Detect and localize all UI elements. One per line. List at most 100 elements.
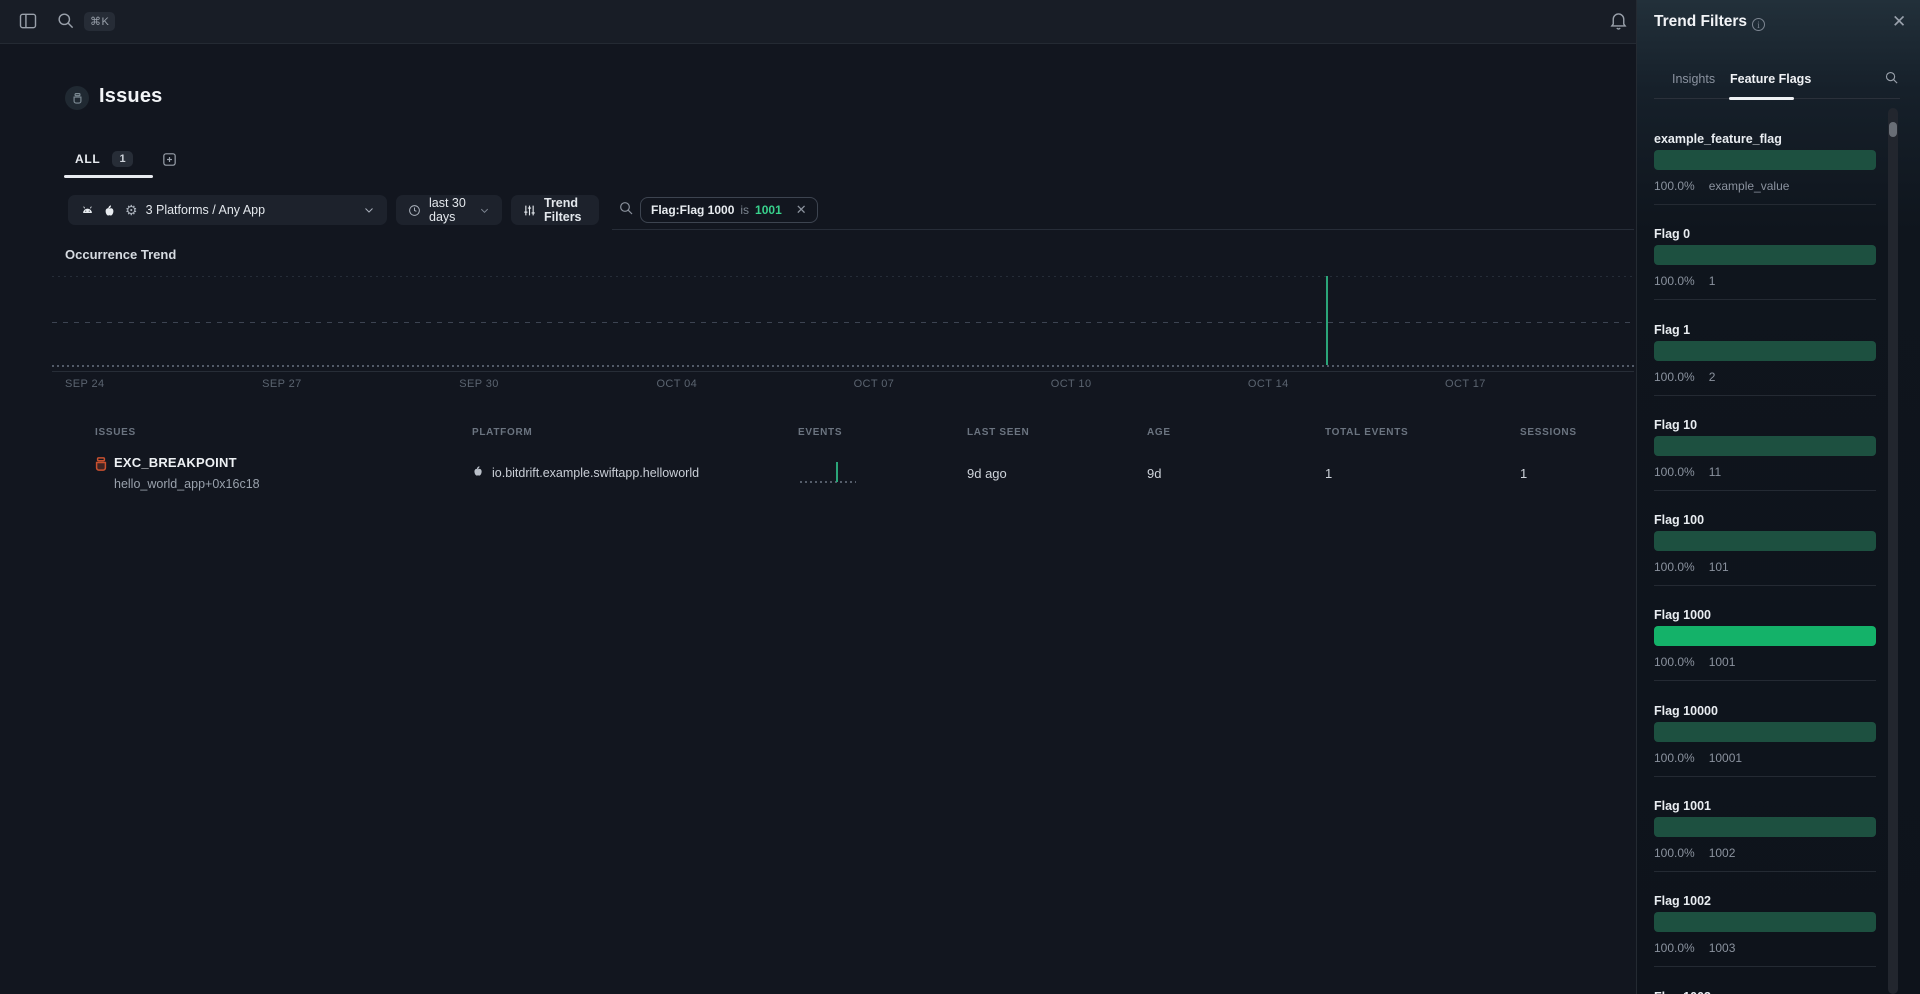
- chart-x-tick: SEP 24: [65, 378, 105, 390]
- panel-scrollbar-thumb[interactable]: [1889, 122, 1897, 137]
- events-sparkline-spike: [836, 462, 838, 482]
- chart-x-tick: OCT 10: [1051, 378, 1092, 390]
- tab-all[interactable]: ALL 1: [75, 151, 133, 167]
- table-column-header[interactable]: LAST SEEN: [967, 427, 1029, 438]
- page-title: Issues: [99, 85, 162, 108]
- search-filter-chip[interactable]: Flag:Flag 1000 is 1001 ✕: [640, 197, 818, 223]
- feature-flag-value: 1001: [1709, 655, 1736, 669]
- feature-flag-percent: 100.0%: [1654, 179, 1695, 193]
- issue-last-seen: 9d ago: [967, 466, 1007, 481]
- search-shortcut-badge: ⌘K: [84, 12, 115, 31]
- issue-platform-bundle: io.bitdrift.example.swiftapp.helloworld: [492, 466, 699, 480]
- clock-icon: [408, 204, 421, 217]
- feature-flag-value: 2: [1709, 370, 1716, 384]
- feature-flag-item[interactable]: Flag 1003: [1654, 990, 1876, 994]
- feature-flag-item[interactable]: Flag 10000 100.0%10001: [1654, 704, 1876, 799]
- feature-flag-distribution-bar[interactable]: [1654, 817, 1876, 837]
- active-tab-underline: [64, 175, 153, 178]
- chart-gridline-top: [52, 276, 1634, 277]
- flag-item-divider: [1654, 871, 1876, 872]
- feature-flag-name: Flag 1: [1654, 323, 1690, 337]
- panel-title: Trend Filters: [1654, 13, 1747, 31]
- feature-flag-stats: 100.0%2: [1654, 370, 1715, 384]
- table-column-header[interactable]: ISSUES: [95, 427, 136, 438]
- issue-jar-icon: [93, 456, 109, 473]
- feature-flag-item[interactable]: Flag 10 100.0%11: [1654, 418, 1876, 513]
- feature-flag-stats: 100.0%11: [1654, 465, 1721, 479]
- chart-x-tick: OCT 04: [656, 378, 697, 390]
- chart-x-tick: OCT 14: [1248, 378, 1289, 390]
- feature-flag-distribution-bar[interactable]: [1654, 912, 1876, 932]
- feature-flag-distribution-bar[interactable]: [1654, 150, 1876, 170]
- panel-tab-feature-flags[interactable]: Feature Flags: [1730, 72, 1811, 86]
- feature-flag-distribution-bar[interactable]: [1654, 245, 1876, 265]
- chart-x-tick: OCT 17: [1445, 378, 1486, 390]
- feature-flag-percent: 100.0%: [1654, 655, 1695, 669]
- panel-close-icon[interactable]: ✕: [1892, 12, 1906, 32]
- feature-flag-distribution-bar[interactable]: [1654, 531, 1876, 551]
- flag-item-divider: [1654, 966, 1876, 967]
- table-column-header[interactable]: SESSIONS: [1520, 427, 1577, 438]
- info-icon[interactable]: i: [1752, 18, 1765, 31]
- panel-tab-insights[interactable]: Insights: [1672, 72, 1715, 86]
- feature-flag-value: 1002: [1709, 846, 1736, 860]
- tab-all-count-badge: 1: [112, 151, 132, 167]
- app-root: ⌘K Issues ALL 1 ⚙ 3 Platforms / Any App …: [0, 0, 1920, 994]
- feature-flag-name: Flag 10000: [1654, 704, 1718, 718]
- sidebar-toggle-icon[interactable]: [18, 11, 38, 31]
- feature-flag-item[interactable]: Flag 0100.0%1: [1654, 227, 1876, 322]
- feature-flag-distribution-bar[interactable]: [1654, 722, 1876, 742]
- chart-title: Occurrence Trend: [65, 247, 176, 262]
- feature-flag-stats: 100.0%10001: [1654, 751, 1742, 765]
- chart-occurrence-spike[interactable]: [1326, 276, 1328, 365]
- feature-flag-name: Flag 10: [1654, 418, 1697, 432]
- feature-flag-stats: 100.0%example_value: [1654, 179, 1789, 193]
- date-range-dropdown[interactable]: last 30 days: [396, 195, 502, 225]
- feature-flags-list: example_feature_flag100.0%example_valueF…: [1636, 108, 1884, 994]
- panel-scrollbar-track[interactable]: [1888, 108, 1898, 994]
- chart-x-tick: SEP 30: [459, 378, 499, 390]
- feature-flag-stats: 100.0%1003: [1654, 941, 1735, 955]
- feature-flag-name: Flag 1000: [1654, 608, 1711, 622]
- feature-flag-item[interactable]: Flag 1 100.0%2: [1654, 323, 1876, 418]
- search-icon[interactable]: [56, 11, 75, 30]
- feature-flag-percent: 100.0%: [1654, 941, 1695, 955]
- feature-flag-item[interactable]: Flag 100100.0%101: [1654, 513, 1876, 608]
- tab-all-label: ALL: [75, 152, 100, 166]
- chart-gridline-bottom: [52, 365, 1634, 367]
- trend-filters-button[interactable]: Trend Filters: [511, 195, 599, 225]
- table-column-header[interactable]: TOTAL EVENTS: [1325, 427, 1408, 438]
- feature-flag-item[interactable]: Flag 1001100.0%1002: [1654, 799, 1876, 894]
- issue-total-events: 1: [1325, 466, 1332, 481]
- feature-flag-distribution-bar[interactable]: [1654, 436, 1876, 456]
- feature-flag-name: Flag 100: [1654, 513, 1704, 527]
- feature-flag-item[interactable]: example_feature_flag100.0%example_value: [1654, 132, 1876, 227]
- feature-flag-percent: 100.0%: [1654, 751, 1695, 765]
- chip-remove-icon[interactable]: ✕: [796, 202, 807, 218]
- search-input-underline[interactable]: [612, 229, 1634, 230]
- feature-flag-item[interactable]: Flag 1000 100.0% 1001: [1654, 608, 1876, 703]
- issues-search-icon: [618, 200, 634, 216]
- add-view-icon[interactable]: [161, 151, 178, 168]
- feature-flag-distribution-bar[interactable]: [1654, 626, 1876, 646]
- chip-field-label: Flag:Flag 1000: [651, 203, 734, 217]
- chart-x-tick: SEP 27: [262, 378, 302, 390]
- feature-flag-percent: 100.0%: [1654, 560, 1695, 574]
- platforms-filter-dropdown[interactable]: ⚙ 3 Platforms / Any App: [68, 195, 387, 225]
- table-column-header[interactable]: AGE: [1147, 427, 1171, 438]
- notifications-bell-icon[interactable]: [1608, 10, 1629, 31]
- issue-name[interactable]: EXC_BREAKPOINT: [114, 455, 237, 470]
- feature-flag-stats: 100.0%1: [1654, 274, 1715, 288]
- feature-flag-name: Flag 1002: [1654, 894, 1711, 908]
- table-column-header[interactable]: EVENTS: [798, 427, 842, 438]
- feature-flag-item[interactable]: Flag 1002 100.0%1003: [1654, 894, 1876, 989]
- panel-search-icon[interactable]: [1884, 70, 1899, 85]
- feature-flag-percent: 100.0%: [1654, 846, 1695, 860]
- table-column-header[interactable]: PLATFORM: [472, 427, 532, 438]
- flag-item-divider: [1654, 680, 1876, 681]
- flag-item-divider: [1654, 395, 1876, 396]
- feature-flag-stats: 100.0% 1001: [1654, 655, 1735, 669]
- feature-flag-percent: 100.0%: [1654, 465, 1695, 479]
- feature-flag-distribution-bar[interactable]: [1654, 341, 1876, 361]
- feature-flag-value: 1: [1709, 274, 1716, 288]
